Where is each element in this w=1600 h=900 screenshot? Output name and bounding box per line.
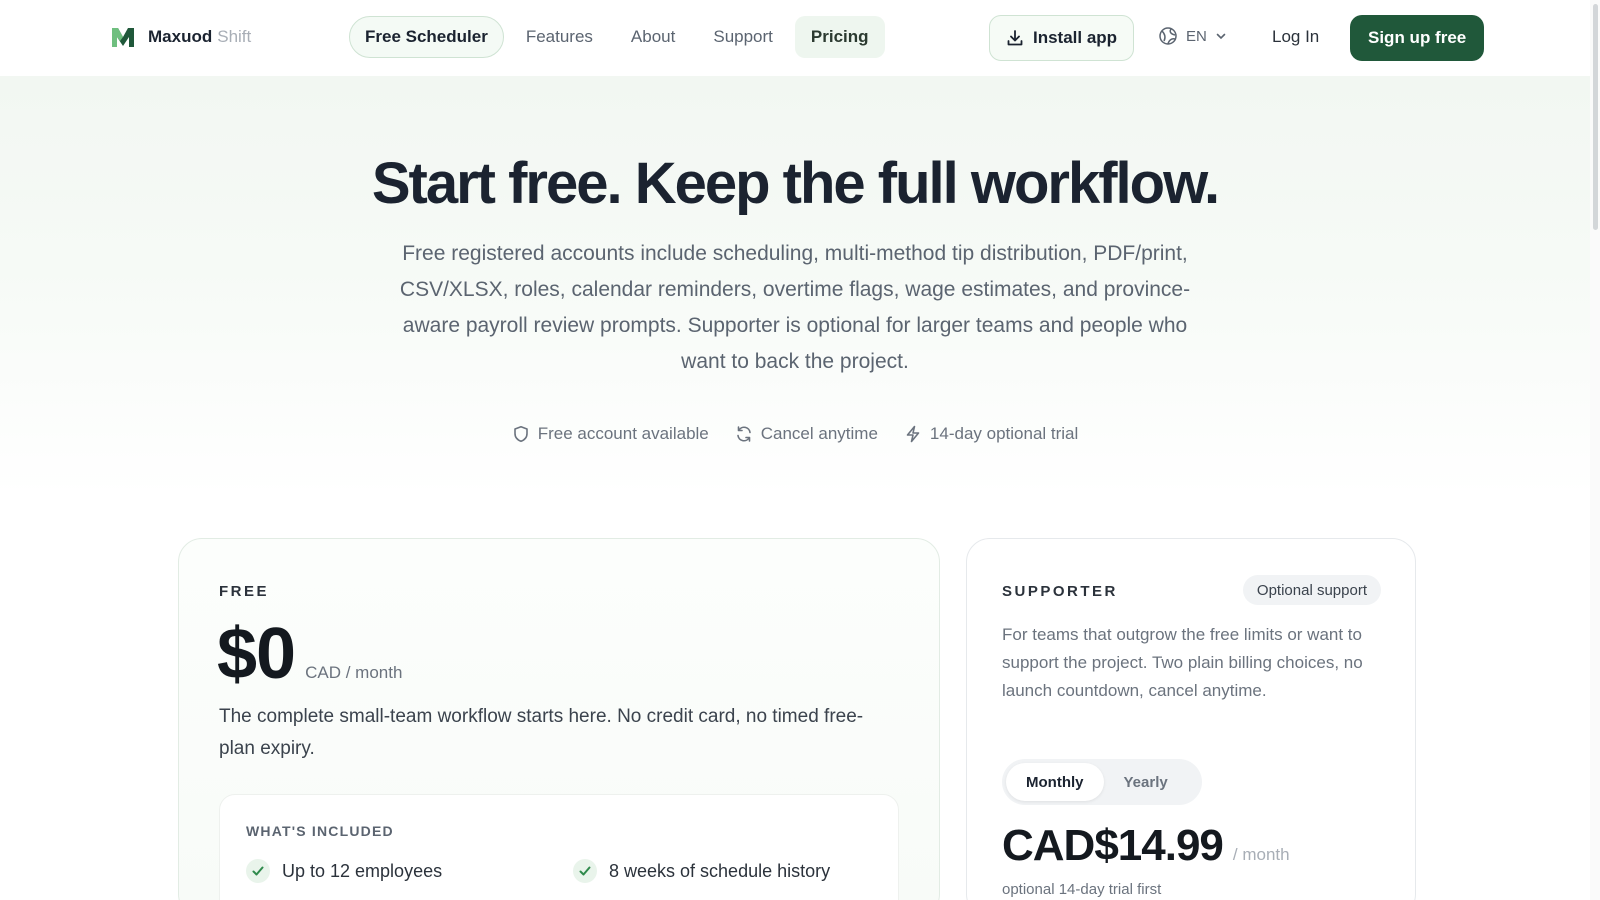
hero-badges: Free account available Cancel anytime 14…	[0, 424, 1590, 444]
refresh-icon	[736, 426, 751, 442]
whats-included-box: WHAT'S INCLUDED Up to 12 employees 8 wee…	[219, 794, 899, 900]
supporter-plan-description: For teams that outgrow the free limits o…	[1002, 625, 1363, 700]
shield-icon	[513, 426, 528, 443]
billing-period-toggle: Monthly Yearly	[1002, 759, 1202, 805]
scrollbar-thumb[interactable]	[1593, 4, 1598, 230]
globe-icon	[1159, 27, 1177, 45]
badge-trial: 14-day optional trial	[904, 424, 1078, 444]
supporter-plan-card: SUPPORTER Optional support For teams tha…	[966, 538, 1416, 900]
whats-included-title: WHAT'S INCLUDED	[246, 823, 394, 839]
free-plan-price: $0	[217, 614, 296, 694]
brand-name: Maxuod	[148, 27, 213, 46]
install-app-button[interactable]: Install app	[989, 15, 1135, 61]
nav-features[interactable]: Features	[510, 16, 609, 58]
main-nav: Free Scheduler Features About Support Pr…	[349, 16, 885, 58]
check-icon	[246, 859, 270, 883]
feature-item: 8 weeks of schedule history	[573, 859, 830, 883]
brand-suffix: Shift	[217, 27, 252, 46]
free-plan-card: FREE $0 CAD / month The complete small-t…	[178, 538, 940, 900]
billing-monthly-option[interactable]: Monthly	[1006, 763, 1104, 801]
signup-button[interactable]: Sign up free	[1350, 15, 1485, 61]
badge-label: Cancel anytime	[760, 424, 878, 443]
badge-cancel-anytime: Cancel anytime	[735, 424, 878, 444]
hero-description: Free registered accounts include schedul…	[399, 242, 1191, 373]
badge-free-account: Free account available	[512, 424, 709, 444]
chevron-down-icon	[1216, 33, 1226, 40]
supporter-trial-note: optional 14-day trial first	[1002, 881, 1162, 898]
site-header: Maxuod Shift Free Scheduler Features Abo…	[0, 0, 1590, 76]
badge-label: 14-day optional trial	[929, 424, 1079, 443]
nav-free-scheduler[interactable]: Free Scheduler	[349, 16, 504, 58]
brand[interactable]: Maxuod Shift	[110, 24, 251, 50]
nav-pricing[interactable]: Pricing	[794, 16, 885, 58]
language-selector[interactable]: EN	[1158, 26, 1227, 46]
page-scrollbar[interactable]	[1590, 0, 1600, 900]
brand-logo-icon	[112, 28, 134, 47]
feature-item: Up to 12 employees	[246, 859, 442, 883]
install-app-label: Install app	[1033, 28, 1118, 47]
feature-label: Up to 12 employees	[282, 860, 443, 881]
login-link[interactable]: Log In	[1272, 27, 1319, 47]
billing-yearly-option[interactable]: Yearly	[1104, 763, 1188, 801]
language-code: EN	[1186, 27, 1207, 45]
supporter-plan-eyebrow: SUPPORTER	[1002, 583, 1118, 600]
download-icon	[1007, 30, 1023, 46]
feature-label: 8 weeks of schedule history	[609, 860, 831, 881]
supporter-unit: / month	[1232, 845, 1290, 864]
free-plan-price-row: $0 CAD / month	[217, 613, 402, 695]
nav-support[interactable]: Support	[697, 16, 789, 58]
lightning-icon	[906, 425, 920, 443]
supporter-price: CAD$14.99	[1002, 821, 1224, 870]
hero-title: Start free. Keep the full workflow.	[371, 151, 1220, 216]
free-plan-eyebrow: FREE	[219, 583, 270, 600]
free-plan-description: The complete small-team workflow starts …	[219, 706, 864, 759]
free-plan-unit: CAD / month	[305, 663, 403, 682]
nav-about[interactable]: About	[615, 16, 691, 58]
badge-label: Free account available	[537, 424, 709, 443]
optional-support-badge: Optional support	[1242, 575, 1381, 605]
supporter-price-row: CAD$14.99 / month	[1002, 821, 1290, 871]
check-icon	[573, 859, 597, 883]
